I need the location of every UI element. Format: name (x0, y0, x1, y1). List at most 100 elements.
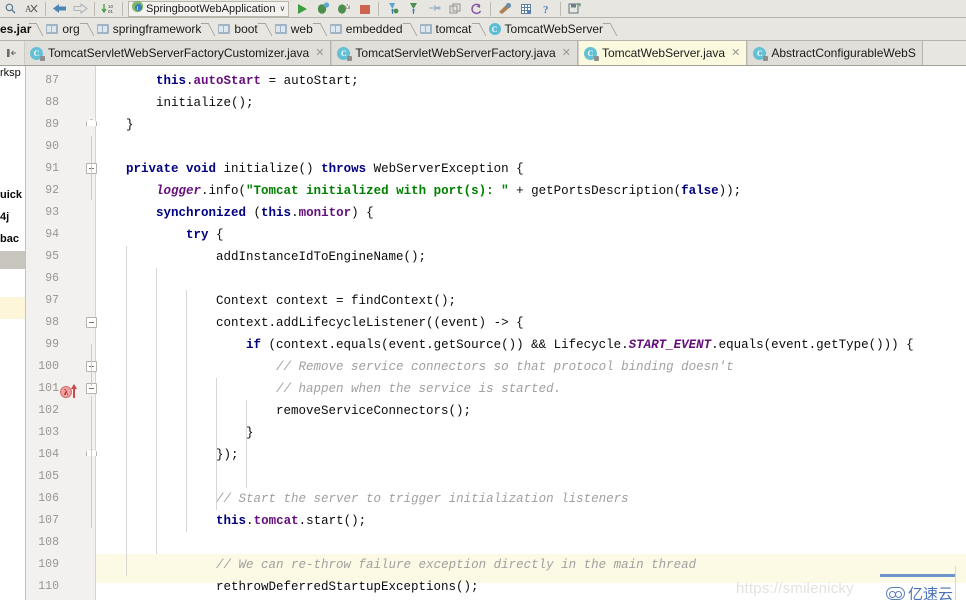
code-line[interactable]: Context context = findContext(); (96, 290, 966, 312)
breadcrumb-item-web[interactable]: web (270, 18, 315, 40)
line-number: 95 (45, 250, 59, 263)
code-line[interactable]: logger.info("Tomcat initialized with por… (96, 180, 966, 202)
code-token: "Tomcat initialized with port(s): " (246, 184, 509, 198)
line-number: 87 (45, 74, 59, 87)
code-line[interactable]: context.addLifecycleListener((event) -> … (96, 312, 966, 334)
stop-icon[interactable] (354, 0, 375, 17)
attach-profiler-icon[interactable] (403, 0, 424, 17)
class-icon: C (583, 46, 599, 61)
breadcrumb-item-tomcatwebserver[interactable]: C TomcatWebServer (484, 18, 605, 40)
run-configuration-selector[interactable]: i SpringbootWebApplication ∨ (128, 0, 290, 18)
code-line[interactable]: try { (96, 224, 966, 246)
project-tree-item[interactable]: rksp (0, 66, 21, 84)
code-line[interactable]: // We can re-throw failure exception dir… (96, 554, 966, 576)
project-tree-selected-row (0, 251, 25, 269)
close-icon[interactable]: ✕ (315, 47, 324, 59)
navigate-back-icon[interactable] (49, 0, 70, 17)
code-line[interactable] (96, 466, 966, 488)
code-token: . (186, 74, 194, 88)
line-number: 104 (38, 448, 59, 461)
project-tree-item[interactable]: 4j (0, 206, 9, 228)
settings-icon[interactable] (494, 0, 515, 17)
tab-list-toggle-icon[interactable] (0, 41, 24, 65)
editor-tab-label: AbstractConfigurableWebS (771, 46, 916, 60)
breadcrumb-label: web (290, 22, 313, 36)
breadcrumb-item-tomcat[interactable]: tomcat (415, 18, 474, 40)
code-line[interactable]: initialize(); (96, 92, 966, 114)
editor-gutter[interactable]: 87 88 89 90 91 92 93 94 95 96 97 98 99 100 101 102 103 10… (26, 66, 97, 609)
chevron-down-icon[interactable]: ∨ (279, 4, 285, 13)
code-line[interactable] (96, 532, 966, 554)
database-icon[interactable] (515, 0, 536, 17)
code-text-area[interactable]: this.tomcat = tomcat; this.autoStart = a… (96, 66, 966, 609)
code-line[interactable]: removeServiceConnectors(); (96, 400, 966, 422)
code-line[interactable]: } (96, 422, 966, 444)
code-token: ( (246, 206, 262, 220)
run-coverage-icon[interactable] (333, 0, 354, 17)
copy-icon[interactable] (445, 0, 466, 17)
code-line[interactable]: if (context.equals(event.getSource()) &&… (96, 334, 966, 356)
step-icon[interactable] (424, 0, 445, 17)
code-token: this (156, 74, 187, 88)
toggle-line-numbers-icon[interactable]: 10 01 (98, 0, 119, 17)
close-icon[interactable]: ✕ (562, 47, 571, 59)
code-line[interactable]: addInstanceIdToEngineName(); (96, 246, 966, 268)
breadcrumb-separator (474, 18, 484, 40)
project-tree-item[interactable]: bac (0, 228, 19, 250)
code-token: // happen when the service is started. (276, 382, 562, 396)
code-line[interactable]: } (96, 114, 966, 136)
navigate-forward-icon[interactable] (70, 0, 91, 17)
code-line[interactable] (96, 268, 966, 290)
breadcrumb-label: embedded (345, 22, 403, 36)
project-tree-item[interactable]: uick (0, 184, 22, 206)
class-icon-letter: C (30, 46, 45, 61)
code-token: // We can re-throw failure exception dir… (216, 558, 697, 572)
fold-region-line (91, 136, 92, 200)
breadcrumb-item-embedded[interactable]: embedded (325, 18, 405, 40)
editor-tab-tomcatservletwebserverfactory[interactable]: C TomcatServletWebServerFactory.java ✕ (331, 41, 578, 65)
breadcrumb-item-springframework[interactable]: springframework (92, 18, 204, 40)
help-icon[interactable]: ? (536, 0, 557, 17)
run-config-icon: i (131, 0, 144, 18)
toolbar-divider (94, 1, 95, 16)
code-token: ) { (351, 206, 374, 220)
code-token: Context context = findContext(); (96, 294, 457, 308)
folder-icon (96, 24, 109, 34)
debug-icon[interactable] (312, 0, 333, 17)
rerun-icon[interactable] (466, 0, 487, 17)
code-editor[interactable]: 87 88 89 90 91 92 93 94 95 96 97 98 99 100 101 102 103 10… (26, 66, 966, 609)
run-icon[interactable] (291, 0, 312, 17)
search-structurally-icon[interactable]: A (21, 0, 42, 17)
project-tree-panel[interactable]: rksp uick 4j bac (0, 66, 26, 609)
breadcrumb-jar-label[interactable]: es.jar (0, 22, 31, 36)
code-line[interactable]: // happen when the service is started. (96, 378, 966, 400)
editor-tab-tomcatservletwebserverfactorycustomizer[interactable]: C TomcatServletWebServerFactoryCustomize… (24, 41, 332, 65)
code-line[interactable]: // Start the server to trigger initializ… (96, 488, 966, 510)
save-all-icon[interactable] (564, 0, 585, 17)
breadcrumb-item-org[interactable]: org (41, 18, 81, 40)
code-line[interactable]: private void initialize() throws WebServ… (96, 158, 966, 180)
breadcrumb-separator (31, 18, 41, 40)
editor-tab-tomcatwebserver[interactable]: C TomcatWebServer.java ✕ (577, 41, 748, 65)
editor-tab-abstractconfigurablewebs[interactable]: C AbstractConfigurableWebS (747, 41, 923, 65)
line-number: 90 (45, 140, 59, 153)
code-line[interactable]: this.autoStart = autoStart; (96, 70, 966, 92)
breadcrumb-separator (82, 18, 92, 40)
code-line[interactable]: }); (96, 444, 966, 466)
code-line[interactable]: synchronized (this.monitor) { (96, 202, 966, 224)
code-line[interactable]: // Remove service connectors so that pro… (96, 356, 966, 378)
lambda-warning-marker[interactable]: λ (60, 384, 77, 398)
code-line[interactable] (96, 136, 966, 158)
class-icon: C (753, 46, 769, 61)
code-token: } (96, 118, 134, 132)
code-token: initialize() (216, 162, 322, 176)
search-icon[interactable] (0, 0, 21, 17)
code-line[interactable]: this.tomcat.start(); (96, 510, 966, 532)
code-token: .start(); (298, 514, 367, 528)
breadcrumb-item-boot[interactable]: boot (213, 18, 259, 40)
close-icon[interactable]: ✕ (731, 47, 740, 59)
profile-icon[interactable] (382, 0, 403, 17)
folder-icon (274, 24, 287, 34)
